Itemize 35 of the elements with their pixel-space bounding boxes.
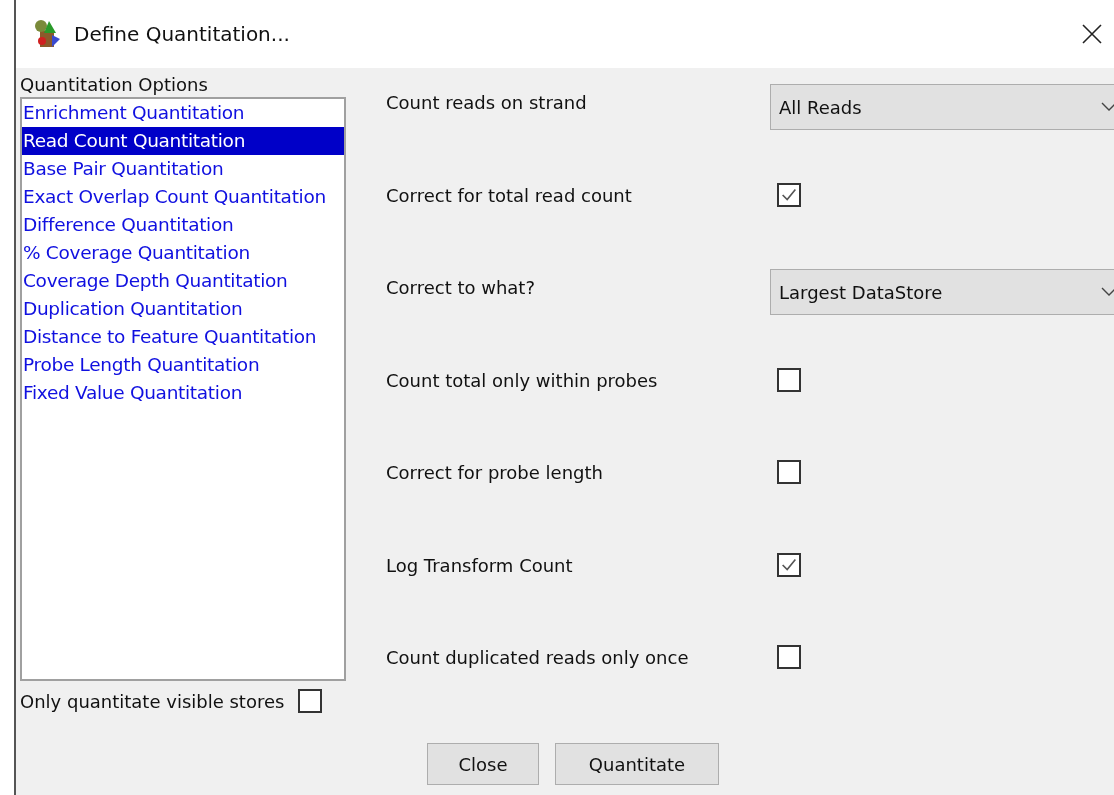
list-item[interactable]: Fixed Value Quantitation: [22, 379, 344, 407]
app-icon: [34, 19, 62, 49]
list-item[interactable]: Exact Overlap Count Quantitation: [22, 183, 344, 211]
checkbox[interactable]: [777, 460, 801, 484]
list-item[interactable]: Read Count Quantitation: [22, 127, 344, 155]
dropdown[interactable]: Largest DataStore: [770, 269, 1114, 315]
checkbox[interactable]: [777, 367, 801, 392]
setting-label: Count total only within probes: [386, 368, 659, 391]
checkbox[interactable]: [777, 645, 801, 669]
checkbox[interactable]: [298, 689, 323, 713]
list-item[interactable]: Enrichment Quantitation: [22, 99, 344, 127]
dropdown[interactable]: All Reads: [770, 84, 1114, 130]
setting-label: Count reads on strand: [386, 91, 588, 113]
chevron-down-icon: [1101, 287, 1114, 297]
setting-label: Log Transform Count: [386, 553, 574, 576]
window-title: Define Quantitation...: [74, 22, 291, 46]
setting-label: Correct for probe length: [386, 461, 604, 483]
list-item[interactable]: Coverage Depth Quantitation: [22, 267, 344, 295]
dialog-button[interactable]: Close: [427, 743, 539, 785]
setting-label: Correct to what?: [386, 276, 536, 298]
list-item[interactable]: Base Pair Quantitation: [22, 155, 344, 183]
list-item[interactable]: Duplication Quantitation: [22, 295, 344, 323]
list-item[interactable]: % Coverage Quantitation: [22, 239, 344, 267]
checkbox-label: Only quantitate visible stores: [20, 690, 285, 712]
close-icon[interactable]: [1082, 24, 1102, 44]
setting-label: Correct for total read count: [386, 183, 633, 206]
checkbox[interactable]: [777, 182, 801, 207]
list-item[interactable]: Probe Length Quantitation: [22, 351, 344, 379]
list-item[interactable]: Distance to Feature Quantitation: [22, 323, 344, 351]
chevron-down-icon: [1101, 102, 1114, 112]
checkbox[interactable]: [777, 552, 801, 577]
dialog-button[interactable]: Quantitate: [555, 743, 719, 785]
options-label: Quantitation Options: [20, 74, 209, 95]
list-item[interactable]: Difference Quantitation: [22, 211, 344, 239]
setting-label: Count duplicated reads only once: [386, 646, 690, 668]
